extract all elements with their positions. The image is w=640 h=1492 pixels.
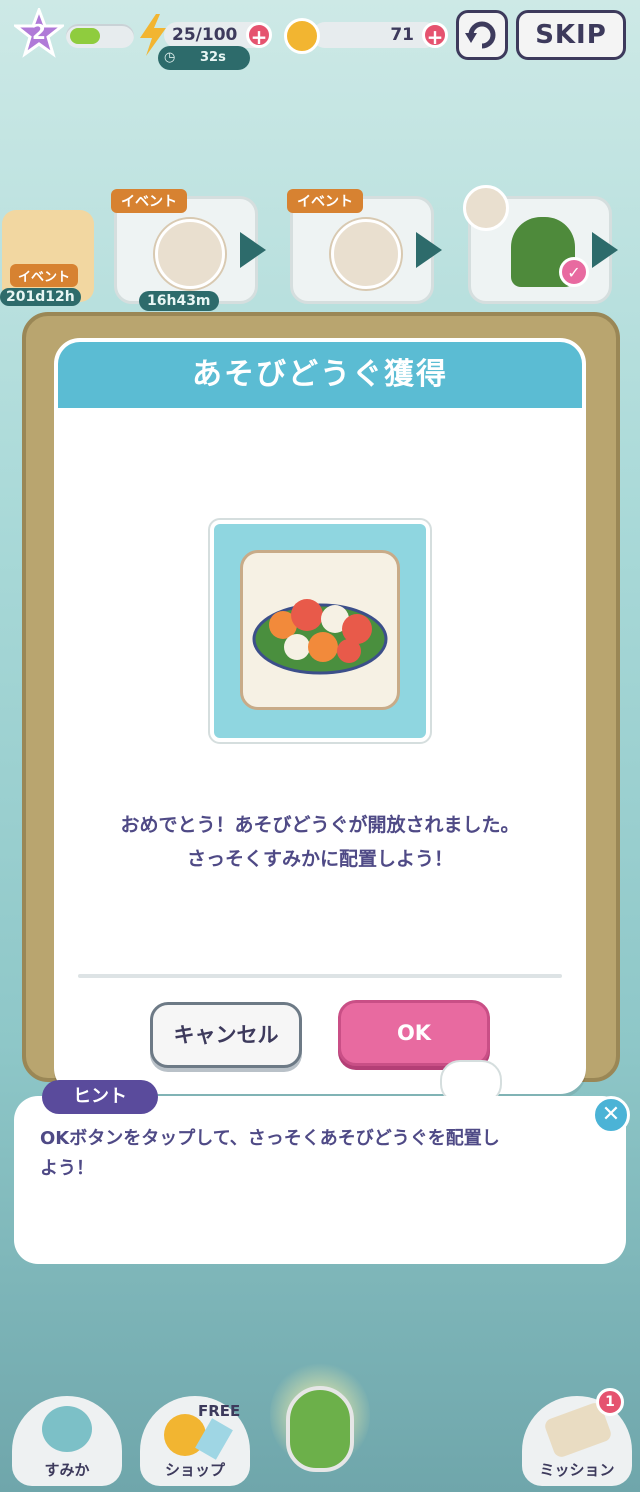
- coin-value: 71: [390, 25, 414, 45]
- nav-home-button[interactable]: すみか: [12, 1396, 122, 1486]
- hint-tag: ヒント: [42, 1080, 158, 1114]
- nav-shop-label: ショップ: [164, 1461, 225, 1479]
- free-badge: FREE: [198, 1402, 241, 1420]
- arrow-right-icon: [416, 232, 442, 268]
- skip-button[interactable]: SKIP: [516, 10, 626, 60]
- cancel-button[interactable]: キャンセル: [150, 1002, 302, 1068]
- energy-timer-value: 32s: [200, 50, 226, 65]
- capsule-egg-button[interactable]: [286, 1386, 354, 1472]
- refresh-icon: [465, 21, 496, 49]
- close-hint-button[interactable]: ✕: [592, 1096, 630, 1134]
- arrow-right-icon: [592, 232, 618, 268]
- check-icon: ✓: [559, 257, 589, 287]
- arrow-right-icon: [240, 232, 266, 268]
- home-landscape-icon: [42, 1406, 92, 1452]
- nav-shop-button[interactable]: FREE ショップ: [140, 1396, 250, 1486]
- hint-text: OKボタンをタップして、さっそくあそびどうぐを配置し よう！: [40, 1124, 600, 1184]
- event-card-1[interactable]: イベント 16h43m: [111, 189, 258, 311]
- mission-count-badge: 1: [596, 1388, 624, 1416]
- hint-text-line1: OKボタンをタップして、さっそくあそびどうぐを配置し: [40, 1128, 500, 1149]
- add-energy-button[interactable]: +: [246, 22, 272, 49]
- paw-coin-icon: [284, 18, 320, 54]
- axolotl-avatar-icon: [155, 219, 225, 289]
- dialog-message-line1: おめでとう！あそびどうぐが開放されました。: [120, 814, 520, 836]
- dialog-divider: [78, 974, 562, 978]
- energy-timer: ◷ 32s: [158, 46, 250, 70]
- event-card-3[interactable]: ✓: [463, 185, 612, 304]
- event-tag: イベント: [10, 264, 79, 287]
- energy-value: 25/100: [172, 25, 238, 45]
- event-card-2[interactable]: イベント: [287, 189, 434, 304]
- coin-counter: 71: [312, 22, 438, 48]
- hibiscus-bush-icon: [240, 550, 400, 710]
- event-tag: イベント: [287, 189, 363, 213]
- event-timer: 201d12h: [0, 288, 81, 306]
- nav-mission-button[interactable]: 1 ミッション: [522, 1388, 632, 1486]
- nav-home-label: すみか: [44, 1461, 90, 1479]
- dialog-title: あそびどうぐ獲得: [58, 342, 582, 408]
- event-puzzle-icon[interactable]: イベント 201d12h: [0, 210, 94, 306]
- add-coins-button[interactable]: +: [422, 22, 448, 49]
- event-timer: 16h43m: [139, 291, 219, 311]
- xp-bar: [66, 24, 134, 48]
- level-star-icon[interactable]: 2: [11, 5, 67, 58]
- dialog-message-line2: さっそくすみかに配置しよう！: [186, 848, 453, 870]
- axolotl-avatar-icon: [463, 185, 509, 231]
- nav-mission-label: ミッション: [539, 1461, 615, 1479]
- level-number: 2: [32, 20, 46, 44]
- event-tag: イベント: [111, 189, 187, 213]
- hint-text-line2: よう！: [40, 1158, 94, 1179]
- ok-button[interactable]: OK: [338, 1000, 490, 1066]
- clock-icon: ◷: [164, 50, 176, 65]
- axolotl-avatar-icon: [331, 219, 401, 289]
- xp-fill: [70, 28, 100, 44]
- refresh-button[interactable]: [456, 10, 508, 60]
